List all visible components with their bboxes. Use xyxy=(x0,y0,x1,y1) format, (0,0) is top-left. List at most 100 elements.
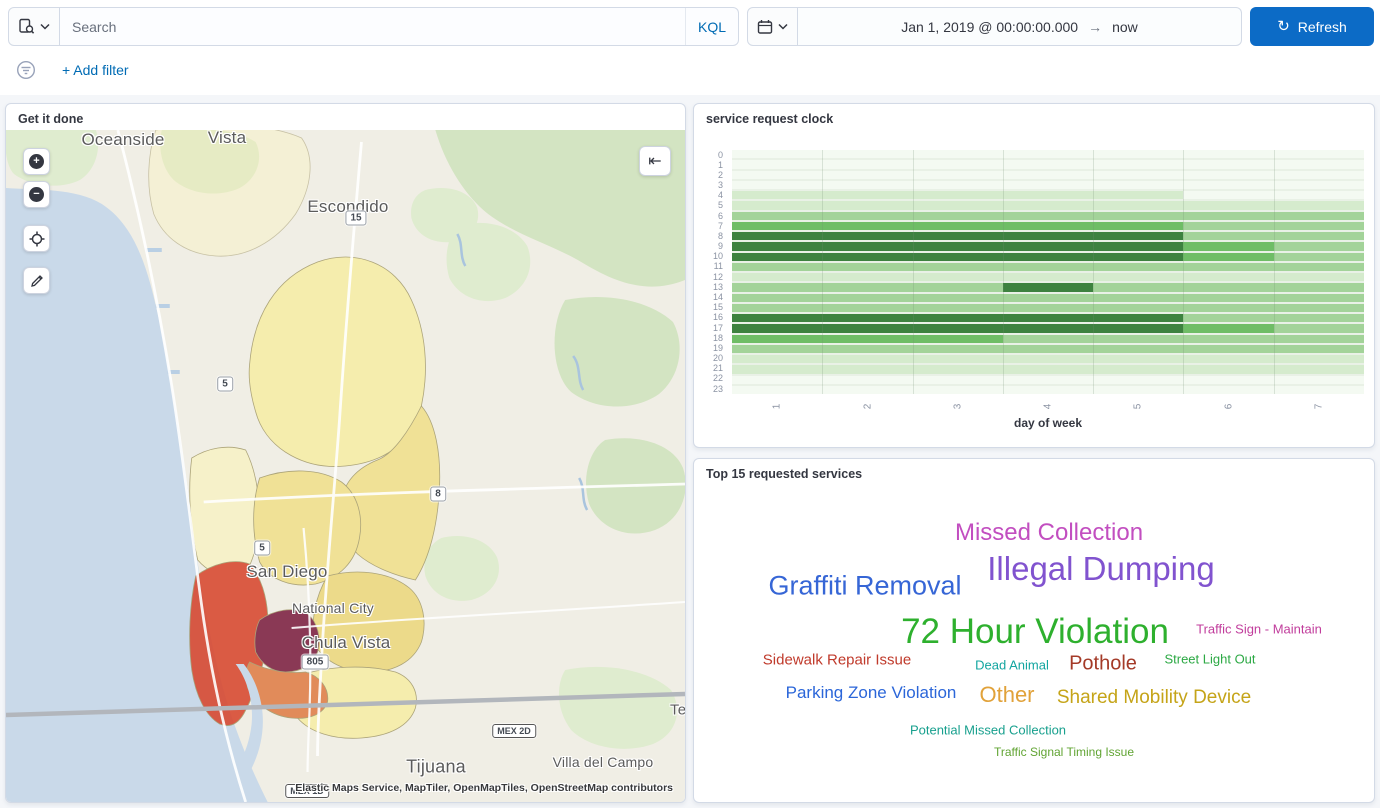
map-canvas[interactable]: OceansideVistaEscondidoSan DiegoNational… xyxy=(6,130,685,802)
heatmap-cell[interactable] xyxy=(1274,171,1364,179)
heatmap-cell[interactable] xyxy=(822,160,912,168)
heatmap-cell[interactable] xyxy=(1003,294,1093,302)
heatmap-cell[interactable] xyxy=(732,386,822,394)
date-picker-button[interactable] xyxy=(747,7,798,46)
heatmap-cell[interactable] xyxy=(822,294,912,302)
heatmap-cell[interactable] xyxy=(822,304,912,312)
heatmap-cell[interactable] xyxy=(1274,253,1364,261)
zoom-in-button[interactable]: + xyxy=(23,148,50,175)
heatmap-cell[interactable] xyxy=(1003,345,1093,353)
heatmap-cell[interactable] xyxy=(1183,232,1273,240)
heatmap-cell[interactable] xyxy=(732,273,822,281)
heatmap-cell[interactable] xyxy=(913,304,1003,312)
heatmap-cell[interactable] xyxy=(1274,160,1364,168)
tag-word[interactable]: Shared Mobility Device xyxy=(1057,687,1251,709)
heatmap-cell[interactable] xyxy=(1183,171,1273,179)
heatmap-cell[interactable] xyxy=(1274,376,1364,384)
heatmap-cell[interactable] xyxy=(822,324,912,332)
heatmap-cell[interactable] xyxy=(913,160,1003,168)
heatmap-cell[interactable] xyxy=(1003,365,1093,373)
heatmap-cell[interactable] xyxy=(1093,283,1183,291)
heatmap-cell[interactable] xyxy=(732,376,822,384)
heatmap-cell[interactable] xyxy=(1003,376,1093,384)
heatmap-cell[interactable] xyxy=(822,376,912,384)
heatmap-cell[interactable] xyxy=(732,160,822,168)
heatmap-cell[interactable] xyxy=(1003,263,1093,271)
heatmap-cell[interactable] xyxy=(732,314,822,322)
tag-word[interactable]: Traffic Sign - Maintain xyxy=(1196,622,1322,637)
tag-word[interactable]: Illegal Dumping xyxy=(987,550,1214,588)
heatmap-cell[interactable] xyxy=(732,335,822,343)
heatmap-cell[interactable] xyxy=(732,171,822,179)
heatmap-cell[interactable] xyxy=(732,191,822,199)
heatmap-cell[interactable] xyxy=(1093,232,1183,240)
heatmap-cell[interactable] xyxy=(732,150,822,158)
heatmap-cell[interactable] xyxy=(913,273,1003,281)
heatmap-cell[interactable] xyxy=(1274,242,1364,250)
heatmap-cell[interactable] xyxy=(1183,201,1273,209)
heatmap-cell[interactable] xyxy=(822,263,912,271)
heatmap-cell[interactable] xyxy=(1274,355,1364,363)
heatmap-cell[interactable] xyxy=(1183,160,1273,168)
heatmap-cell[interactable] xyxy=(732,263,822,271)
heatmap-cell[interactable] xyxy=(1003,355,1093,363)
heatmap-cell[interactable] xyxy=(1003,283,1093,291)
heatmap-cell[interactable] xyxy=(1183,263,1273,271)
heatmap-cell[interactable] xyxy=(1003,150,1093,158)
heatmap-cell[interactable] xyxy=(822,283,912,291)
heatmap-cell[interactable] xyxy=(822,232,912,240)
heatmap-cell[interactable] xyxy=(1183,314,1273,322)
heatmap-cell[interactable] xyxy=(822,181,912,189)
heatmap-cell[interactable] xyxy=(913,212,1003,220)
heatmap-cell[interactable] xyxy=(1003,232,1093,240)
heatmap-cell[interactable] xyxy=(1093,324,1183,332)
filter-options-icon[interactable] xyxy=(16,60,36,80)
heatmap-cell[interactable] xyxy=(1003,160,1093,168)
heatmap-cell[interactable] xyxy=(913,283,1003,291)
heatmap-cell[interactable] xyxy=(1093,201,1183,209)
heatmap-cell[interactable] xyxy=(1003,181,1093,189)
heatmap-cell[interactable] xyxy=(822,345,912,353)
heatmap-cell[interactable] xyxy=(822,253,912,261)
heatmap-cell[interactable] xyxy=(732,294,822,302)
heatmap-cell[interactable] xyxy=(732,242,822,250)
heatmap-cell[interactable] xyxy=(913,376,1003,384)
heatmap-cell[interactable] xyxy=(1183,386,1273,394)
heatmap-cell[interactable] xyxy=(1274,232,1364,240)
heatmap-cell[interactable] xyxy=(1093,314,1183,322)
heatmap-cell[interactable] xyxy=(732,222,822,230)
heatmap-cell[interactable] xyxy=(1003,324,1093,332)
refresh-button[interactable]: ↻ Refresh xyxy=(1250,7,1374,46)
heatmap-cell[interactable] xyxy=(1274,324,1364,332)
heatmap-cell[interactable] xyxy=(822,242,912,250)
heatmap-cell[interactable] xyxy=(1093,304,1183,312)
tag-word[interactable]: Pothole xyxy=(1069,653,1137,676)
add-filter-link[interactable]: + Add filter xyxy=(62,62,129,78)
heatmap-cell[interactable] xyxy=(1093,376,1183,384)
heatmap-cell[interactable] xyxy=(732,283,822,291)
heatmap-cell[interactable] xyxy=(913,365,1003,373)
heatmap-cell[interactable] xyxy=(913,242,1003,250)
tag-word[interactable]: Missed Collection xyxy=(955,519,1143,547)
heatmap-cell[interactable] xyxy=(913,263,1003,271)
heatmap-cell[interactable] xyxy=(1093,242,1183,250)
heatmap-cell[interactable] xyxy=(1093,181,1183,189)
heatmap-cell[interactable] xyxy=(1093,263,1183,271)
heatmap-cell[interactable] xyxy=(1093,273,1183,281)
heatmap-cell[interactable] xyxy=(732,324,822,332)
heatmap-cell[interactable] xyxy=(1003,242,1093,250)
heatmap-cell[interactable] xyxy=(1274,335,1364,343)
heatmap-cell[interactable] xyxy=(1183,365,1273,373)
date-range-display[interactable]: Jan 1, 2019 @ 00:00:00.000 → now xyxy=(798,7,1242,46)
tag-word[interactable]: Dead Animal xyxy=(975,658,1049,673)
heatmap-cell[interactable] xyxy=(913,386,1003,394)
heatmap-cell[interactable] xyxy=(1003,222,1093,230)
heatmap-cell[interactable] xyxy=(822,314,912,322)
heatmap-cell[interactable] xyxy=(1093,386,1183,394)
heatmap-cell[interactable] xyxy=(913,253,1003,261)
heatmap-cell[interactable] xyxy=(1183,294,1273,302)
heatmap-cell[interactable] xyxy=(822,201,912,209)
heatmap-cell[interactable] xyxy=(1274,283,1364,291)
heatmap-cell[interactable] xyxy=(913,201,1003,209)
saved-queries-button[interactable] xyxy=(8,7,60,46)
